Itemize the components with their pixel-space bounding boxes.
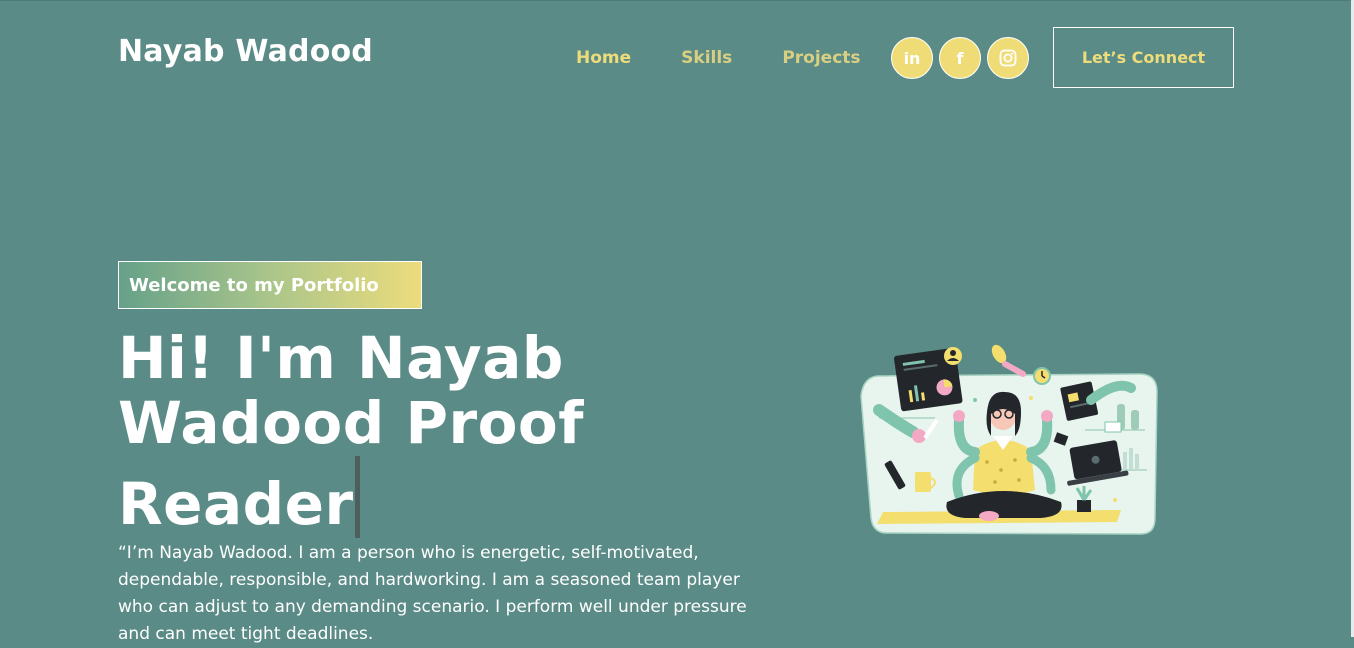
top-border: [0, 0, 1354, 1]
facebook-icon[interactable]: f: [939, 37, 981, 79]
welcome-text: Welcome to my Portfolio: [129, 274, 379, 296]
social-links: in f: [891, 37, 1029, 79]
main-nav: Home Skills Projects: [576, 47, 911, 69]
instagram-icon[interactable]: [987, 37, 1029, 79]
linkedin-glyph: in: [903, 48, 921, 68]
hero-illustration: [855, 340, 1165, 544]
welcome-badge: Welcome to my Portfolio: [118, 261, 422, 309]
brand-name[interactable]: Nayab Wadood: [118, 34, 373, 69]
facebook-glyph: f: [956, 48, 964, 68]
bio-paragraph: “I’m Nayab Wadood. I am a person who is …: [118, 543, 747, 644]
lets-connect-button[interactable]: Let’s Connect: [1053, 27, 1234, 88]
linkedin-icon[interactable]: in: [891, 37, 933, 79]
nav-projects[interactable]: Projects: [782, 47, 860, 69]
instagram-glyph: [999, 49, 1017, 67]
hero-headline: Hi! I'm Nayab Wadood Proof Reader: [118, 326, 718, 538]
headline-text: Hi! I'm Nayab Wadood Proof Reader: [118, 324, 585, 538]
typing-cursor: [354, 456, 360, 538]
nav-home[interactable]: Home: [576, 47, 631, 69]
nav-skills[interactable]: Skills: [681, 47, 732, 69]
multitasking-woman-illustration: [860, 344, 1158, 535]
